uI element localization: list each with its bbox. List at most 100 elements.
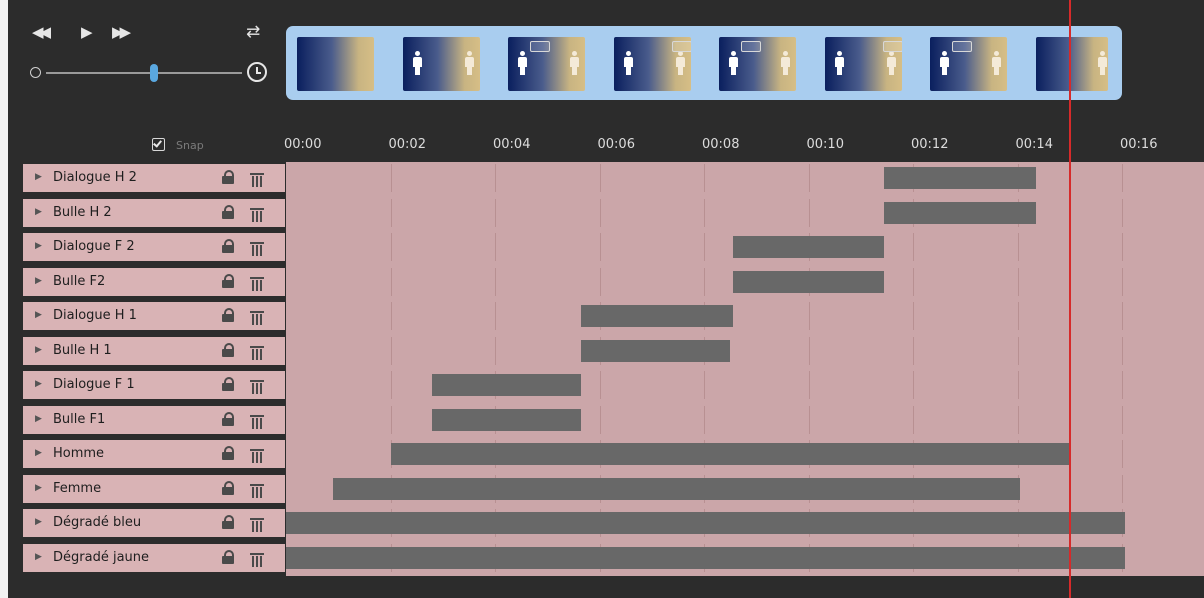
scene-thumbnail[interactable]: [297, 37, 374, 91]
timeline-clip[interactable]: [333, 477, 1021, 500]
expand-arrow-icon[interactable]: ▶: [35, 207, 42, 217]
track-header[interactable]: ▶ Femme: [23, 474, 285, 503]
lock-icon[interactable]: [222, 204, 234, 219]
fast-rewind-icon[interactable]: ◀◀: [32, 24, 51, 40]
track-lane[interactable]: [286, 509, 1204, 537]
playhead[interactable]: [1068, 0, 1071, 598]
expand-arrow-icon[interactable]: ▶: [35, 552, 42, 562]
lock-icon[interactable]: [222, 515, 234, 529]
track-lane[interactable]: [286, 440, 1204, 468]
trash-icon[interactable]: [250, 448, 264, 463]
track-header[interactable]: ▶ Dialogue F 2: [23, 233, 285, 261]
timeline-editor: ◀◀ ▶ ▶▶ ⇄ Snap 00:00 00:02 00:04 00:06 00:08…: [8, 0, 1204, 598]
scene-thumbnail[interactable]: [508, 37, 585, 91]
fast-forward-icon[interactable]: ▶▶: [112, 24, 131, 40]
track-header[interactable]: ▶ Dialogue F 1: [23, 371, 285, 399]
trash-icon[interactable]: [250, 552, 264, 567]
trash-icon[interactable]: [250, 172, 264, 187]
track-lane[interactable]: [286, 198, 1204, 227]
expand-arrow-icon[interactable]: ▶: [35, 241, 42, 251]
grid-line: [913, 267, 914, 296]
lock-icon[interactable]: [222, 446, 234, 460]
trash-icon[interactable]: [250, 379, 264, 394]
scene-thumbnail[interactable]: [1035, 37, 1108, 91]
timeline-clip[interactable]: [390, 443, 1070, 465]
scene-thumbnail[interactable]: [402, 37, 480, 91]
track-header[interactable]: ▶ Bulle H 1: [23, 336, 285, 365]
grid-line: [1017, 302, 1019, 330]
snap-checkbox[interactable]: [152, 138, 165, 151]
track-lane[interactable]: [286, 405, 1204, 434]
scene-thumbnail[interactable]: [613, 37, 691, 91]
lock-icon[interactable]: [222, 549, 234, 564]
expand-arrow-icon[interactable]: ▶: [35, 483, 42, 493]
track-header[interactable]: ▶ Dialogue H 1: [23, 302, 285, 330]
trash-icon[interactable]: [250, 517, 264, 532]
grid-line: [1122, 233, 1123, 261]
trash-icon[interactable]: [250, 483, 264, 498]
lock-icon[interactable]: [222, 480, 234, 495]
trash-icon[interactable]: [250, 414, 264, 429]
timeline-clip[interactable]: [286, 512, 1125, 534]
scene-thumbnail[interactable]: [719, 37, 796, 91]
timeline-clip[interactable]: [732, 236, 885, 258]
timeline-clip[interactable]: [884, 201, 1036, 224]
timeline-clip[interactable]: [732, 270, 885, 293]
track-header[interactable]: ▶ Homme: [23, 440, 285, 468]
lock-icon[interactable]: [222, 411, 234, 426]
expand-arrow-icon[interactable]: ▶: [35, 345, 42, 355]
track-name: Dégradé bleu: [53, 515, 142, 530]
timeline-clip[interactable]: [286, 546, 1125, 569]
slow-clock-icon: [30, 67, 41, 78]
speed-slider[interactable]: [46, 72, 242, 74]
grid-line: [390, 164, 392, 192]
expand-arrow-icon[interactable]: ▶: [35, 517, 42, 527]
timeline-clip[interactable]: [581, 305, 733, 327]
expand-arrow-icon[interactable]: ▶: [35, 276, 42, 286]
lock-icon[interactable]: [222, 308, 234, 322]
timeline-clip[interactable]: [884, 167, 1036, 189]
scene-thumbnail[interactable]: [824, 37, 902, 91]
speed-slider-thumb[interactable]: [149, 64, 158, 82]
track-lane[interactable]: [286, 302, 1204, 330]
trash-icon[interactable]: [250, 207, 264, 222]
trash-icon[interactable]: [250, 276, 264, 291]
timeline-clip[interactable]: [432, 374, 582, 396]
scene-thumbnail[interactable]: [930, 37, 1007, 91]
track-header[interactable]: ▶ Bulle F1: [23, 405, 285, 434]
track-header[interactable]: ▶ Dialogue H 2: [23, 164, 285, 192]
lock-icon[interactable]: [222, 239, 234, 253]
expand-arrow-icon[interactable]: ▶: [35, 379, 42, 389]
track-lane[interactable]: [286, 474, 1204, 503]
track-header[interactable]: ▶ Dégradé jaune: [23, 543, 285, 572]
timeline-clip[interactable]: [432, 408, 582, 431]
grid-line: [599, 405, 601, 434]
track-header[interactable]: ▶ Bulle H 2: [23, 198, 285, 227]
grid-line: [913, 233, 914, 261]
lock-icon[interactable]: [222, 377, 234, 391]
expand-arrow-icon[interactable]: ▶: [35, 310, 42, 320]
ruler-tick-label: 00:08: [702, 137, 740, 152]
track-header[interactable]: ▶ Bulle F2: [23, 267, 285, 296]
loop-icon[interactable]: ⇄: [246, 24, 260, 41]
trash-icon[interactable]: [250, 310, 264, 325]
trash-icon[interactable]: [250, 345, 264, 360]
trash-icon[interactable]: [250, 241, 264, 256]
expand-arrow-icon[interactable]: ▶: [35, 172, 42, 182]
track-lane[interactable]: [286, 267, 1204, 296]
track-lane[interactable]: [286, 336, 1204, 365]
play-icon[interactable]: ▶: [81, 24, 93, 40]
grid-line: [495, 302, 496, 330]
lock-icon[interactable]: [222, 273, 234, 288]
person-figure-icon: [992, 51, 1001, 75]
expand-arrow-icon[interactable]: ▶: [35, 414, 42, 424]
track-lane[interactable]: [286, 543, 1204, 572]
timeline-clip[interactable]: [581, 339, 731, 362]
track-lane[interactable]: [286, 371, 1204, 399]
lock-icon[interactable]: [222, 342, 234, 357]
expand-arrow-icon[interactable]: ▶: [35, 448, 42, 458]
lock-icon[interactable]: [222, 170, 234, 184]
track-header[interactable]: ▶ Dégradé bleu: [23, 509, 285, 537]
track-lane[interactable]: [286, 233, 1204, 261]
track-lane[interactable]: [286, 164, 1204, 192]
